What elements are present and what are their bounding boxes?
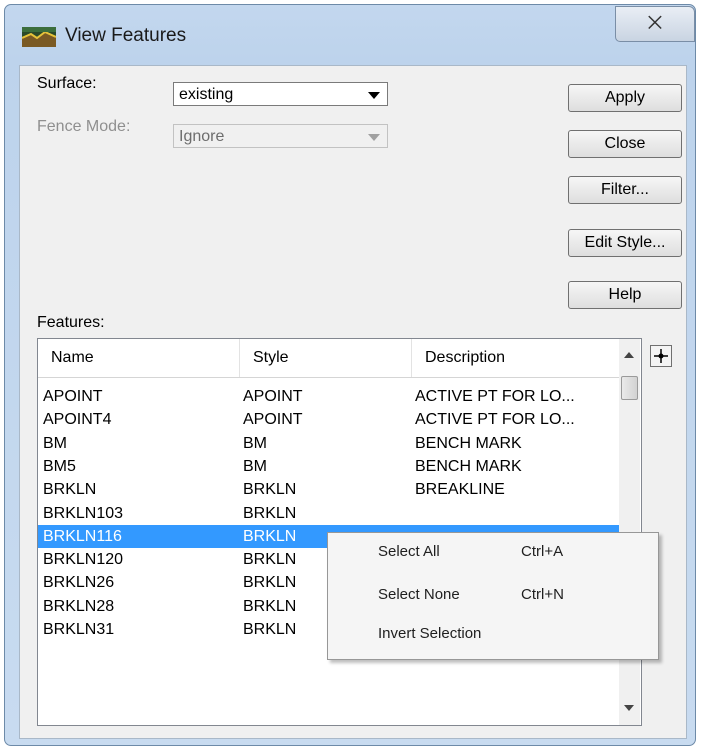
table-row[interactable]: BRKLN103 BRKLN: [38, 502, 619, 525]
surface-value: existing: [179, 86, 234, 103]
cell-name: BRKLN: [43, 481, 97, 499]
fence-mode-label: Fence Mode:: [37, 118, 131, 135]
cell-style: BRKLN: [243, 551, 297, 569]
cell-style: BRKLN: [243, 504, 297, 522]
table-row[interactable]: APOINT APOINT ACTIVE PT FOR LO...: [38, 385, 619, 408]
close-button[interactable]: Close: [568, 130, 682, 158]
help-button[interactable]: Help: [568, 281, 682, 309]
features-label: Features:: [37, 314, 105, 331]
close-icon: ⨉: [647, 13, 663, 33]
table-row[interactable]: APOINT4 APOINT ACTIVE PT FOR LO...: [38, 408, 619, 431]
window-title: View Features: [65, 25, 187, 46]
context-menu: Select All Ctrl+A Select None Ctrl+N Inv…: [327, 532, 659, 660]
scroll-up-icon[interactable]: [624, 352, 634, 358]
menu-shortcut-select-none: Ctrl+N: [521, 586, 564, 603]
cell-style: BRKLN: [243, 621, 297, 638]
scroll-down-icon[interactable]: [624, 705, 634, 711]
cell-style: BM: [243, 457, 267, 475]
column-header-style[interactable]: Style: [240, 339, 412, 377]
edit-style-button[interactable]: Edit Style...: [568, 229, 682, 257]
cell-description: ACTIVE PT FOR LO...: [415, 411, 575, 429]
cell-name: BRKLN120: [43, 551, 124, 569]
cell-name: BRKLN31: [43, 621, 115, 638]
cell-description: BENCH MARK: [415, 434, 522, 452]
cell-description: ACTIVE PT FOR LO...: [415, 388, 575, 405]
fence-mode-dropdown[interactable]: Ignore: [173, 124, 388, 148]
column-header-description[interactable]: Description: [412, 339, 619, 377]
cell-style: APOINT: [243, 411, 303, 429]
menu-item-invert-selection[interactable]: Invert Selection: [378, 625, 481, 642]
cell-style: BRKLN: [243, 527, 297, 545]
cell-name: BM: [43, 434, 67, 452]
app-icon: [22, 27, 56, 47]
cell-style: BRKLN: [243, 597, 297, 615]
table-row[interactable]: BM BM BENCH MARK: [38, 432, 619, 455]
scroll-thumb[interactable]: [621, 376, 638, 400]
column-header-name[interactable]: Name: [38, 339, 240, 377]
menu-shortcut-select-all: Ctrl+A: [521, 543, 564, 560]
crosshair-icon[interactable]: [650, 345, 672, 367]
list-header: Name Style Description: [38, 339, 619, 378]
cell-style: BRKLN: [243, 481, 297, 499]
menu-item-select-none[interactable]: Select None: [378, 586, 460, 603]
apply-button[interactable]: Apply: [568, 84, 682, 112]
cell-style: BRKLN: [243, 574, 297, 592]
chevron-down-icon: [368, 134, 380, 141]
cell-name: BRKLN26: [43, 574, 115, 592]
surface-label: Surface:: [37, 75, 97, 92]
fence-mode-value: Ignore: [179, 128, 225, 145]
table-row[interactable]: BRKLN BRKLN BREAKLINE: [38, 478, 619, 501]
title-bar[interactable]: View Features ⨉: [5, 5, 695, 63]
surface-dropdown[interactable]: existing: [173, 82, 388, 106]
menu-item-select-all[interactable]: Select All: [378, 543, 440, 560]
window-close-button[interactable]: ⨉: [615, 6, 695, 42]
cell-style: BM: [243, 434, 267, 452]
cell-style: APOINT: [243, 388, 303, 405]
chevron-down-icon: [368, 92, 380, 99]
cell-description: BENCH MARK: [415, 457, 522, 475]
cell-name: APOINT4: [43, 411, 112, 429]
cell-name: BRKLN28: [43, 597, 115, 615]
table-row[interactable]: BM5 BM BENCH MARK: [38, 455, 619, 478]
cell-name: BM5: [43, 457, 76, 475]
cell-name: BRKLN116: [43, 527, 122, 545]
cell-description: BREAKLINE: [415, 481, 505, 499]
cell-name: BRKLN103: [43, 504, 124, 522]
filter-button[interactable]: Filter...: [568, 176, 682, 204]
cell-name: APOINT: [43, 388, 103, 405]
